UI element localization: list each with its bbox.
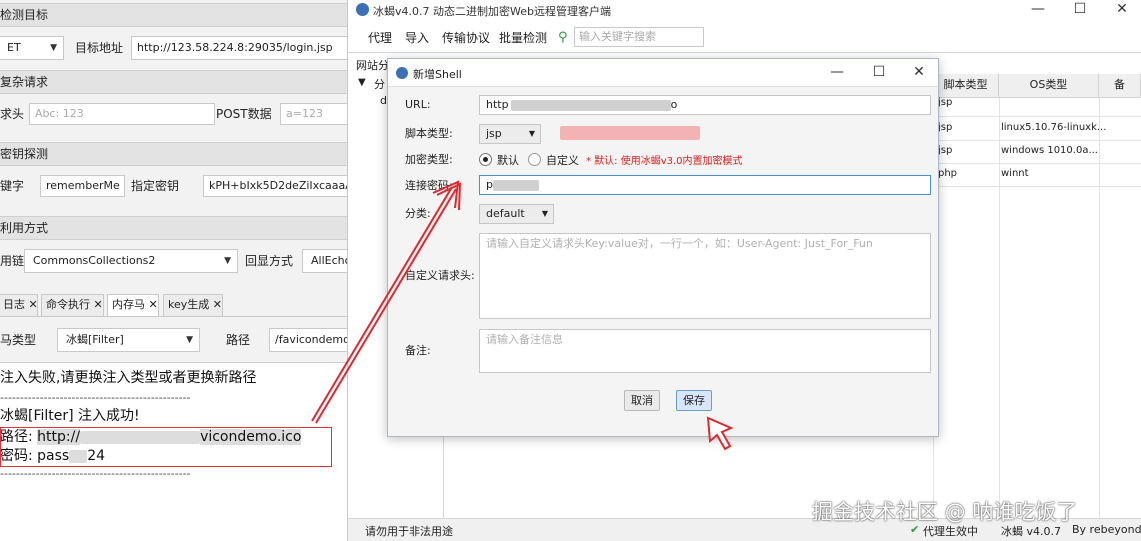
cursor-arrow-annotation [706,416,734,451]
red-arrow-annotation [311,180,462,424]
watermark: 掘金技术社区 @ 呐谁吃饭了 [812,500,1078,524]
annotation-overlay [311,180,734,451]
screenshot-root: 检测目标 ET ▼ 目标地址 http://123.58.224.8:29035/… [0,0,1141,541]
